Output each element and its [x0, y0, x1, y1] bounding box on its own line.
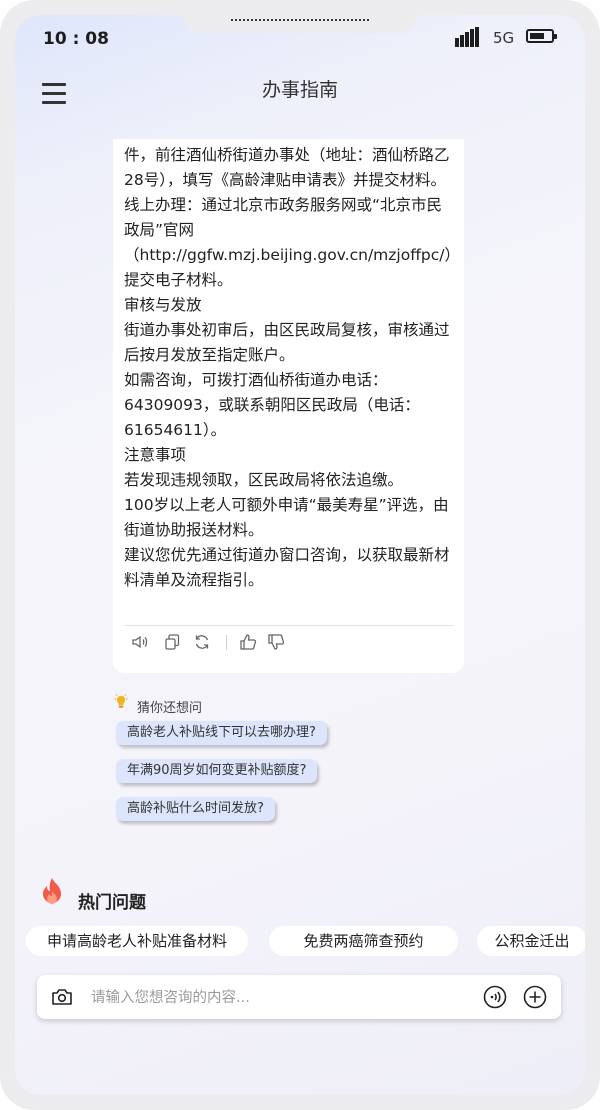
suggestions-heading: 猜你还想问 — [137, 701, 203, 716]
chat-line: 建议您优先通过街道办窗口咨询，以获取最新材料清单及流程指引。 — [124, 546, 450, 589]
question-input[interactable] — [89, 984, 423, 1012]
chat-section-heading: 注意事项 — [124, 446, 187, 464]
thumbs-down-icon[interactable] — [267, 633, 285, 651]
chat-input-bar — [37, 975, 561, 1019]
phone-frame: 10 : 08 5G 办事指南 件，前往酒仙桥街道办事处（地址：酒仙桥路乙28号… — [0, 0, 600, 1110]
suggestion-chip[interactable]: 年满90周岁如何变更补贴额度? — [116, 759, 318, 783]
thumbs-up-icon[interactable] — [239, 633, 257, 651]
regenerate-icon[interactable] — [193, 633, 211, 651]
separator — [226, 635, 227, 650]
hot-questions-title: 热门问题 — [78, 893, 146, 913]
status-time: 10 : 08 — [43, 29, 109, 49]
page-title: 办事指南 — [261, 79, 338, 101]
speaker-icon[interactable] — [131, 633, 149, 651]
flame-icon — [43, 878, 61, 904]
plus-icon[interactable] — [523, 985, 547, 1009]
chat-line: 100岁以上老人可额外申请“最美寿星”评选，由街道协助报送材料。 — [124, 496, 449, 539]
notch — [183, 15, 417, 33]
copy-icon[interactable] — [163, 633, 181, 651]
hot-question-pill[interactable]: 免费两癌筛查预约 — [269, 926, 458, 956]
chat-line: 若发现违规领取，区民政局将依法追缴。 — [124, 471, 404, 489]
chat-message-text: 件，前往酒仙桥街道办事处（地址：酒仙桥路乙28号），填写《高龄津贴申请表》并提交… — [124, 143, 454, 593]
app-screen: 10 : 08 5G 办事指南 件，前往酒仙桥街道办事处（地址：酒仙桥路乙28号… — [15, 15, 585, 1095]
network-label: 5G — [493, 29, 515, 47]
suggestion-chip[interactable]: 高龄老人补贴线下可以去哪办理? — [116, 721, 327, 745]
chat-line: 件，前往酒仙桥街道办事处（地址：酒仙桥路乙28号），填写《高龄津贴申请表》并提交… — [124, 146, 450, 189]
divider — [124, 625, 454, 626]
chat-message-card: 件，前往酒仙桥街道办事处（地址：酒仙桥路乙28号），填写《高龄津贴申请表》并提交… — [113, 139, 464, 673]
chat-section-heading: 审核与发放 — [124, 296, 202, 314]
hot-question-pill[interactable]: 公积金迁出 — [477, 926, 585, 956]
voice-icon[interactable] — [483, 985, 507, 1009]
battery-icon — [526, 29, 557, 43]
suggestion-chip[interactable]: 高龄补贴什么时间发放? — [116, 797, 275, 821]
lightbulb-icon — [114, 694, 128, 708]
chat-line: 街道办事处初审后，由区民政局复核，审核通过后按月发放至指定账户。 — [124, 321, 450, 364]
hot-question-pill[interactable]: 申请高龄老人补贴准备材料 — [26, 926, 248, 956]
chat-line: 线上办理：通过北京市政务服务网或“北京市民政局”官网（http://ggfw.m… — [124, 196, 453, 289]
signal-icon — [455, 27, 481, 47]
camera-icon[interactable] — [51, 987, 73, 1007]
chat-line: 如需咨询，可拨打酒仙桥街道办电话：64309093，或联系朝阳区民政局（电话：6… — [124, 371, 420, 439]
